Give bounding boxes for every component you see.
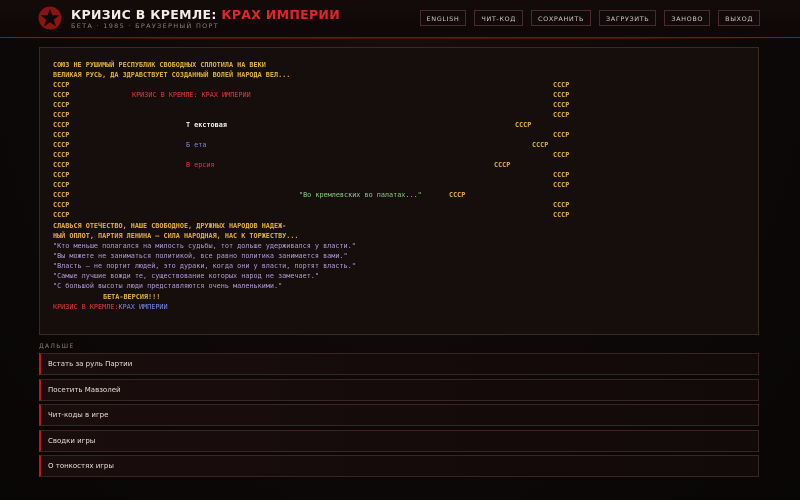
save-button[interactable]: СОХРАНИТЬ <box>530 10 592 26</box>
ussr-right: СССР <box>553 171 570 179</box>
choice-menu: Встать за руль Партии Посетить Мавзолей … <box>39 353 759 481</box>
red-star-icon <box>38 6 62 30</box>
ussr-right: СССР <box>553 111 570 119</box>
restart-button[interactable]: ЗАНОВО <box>664 10 711 26</box>
ussr-left: СССР <box>53 191 70 199</box>
quote-kremlin-halls: "Во кремлевских во палатах..." <box>299 191 422 199</box>
ussr-diagonal: СССР <box>515 121 532 129</box>
ussr-left: СССР <box>53 101 70 109</box>
exit-button[interactable]: ВЫХОД <box>718 10 760 26</box>
top-bar: КРИЗИС В КРЕМЛЕ: КРАХ ИМПЕРИИ БЕТА · 198… <box>0 0 800 38</box>
footer-title: КРИЗИС В КРЕМЛЕ:КРАХ ИМПЕРИИ <box>53 303 168 311</box>
ussr-right: СССР <box>553 131 570 139</box>
quote-line: "Самые лучшие вожди те, существование ко… <box>53 272 319 280</box>
ussr-right: СССР <box>553 81 570 89</box>
ussr-left: СССР <box>53 181 70 189</box>
ussr-left: СССР <box>53 121 70 129</box>
ussr-left: СССР <box>53 111 70 119</box>
game-title: КРИЗИС В КРЕМЛЕ: КРАХ ИМПЕРИИ <box>71 7 340 22</box>
beta-version-label: БЕТА-ВЕРСИЯ!!! <box>103 293 161 301</box>
game-title-main: КРИЗИС В КРЕМЛЕ: <box>71 7 217 22</box>
anthem-line-2: ВЕЛИКАЯ РУСЬ, ДА ЗДРАВСТВУЕТ СОЗДАННЫЙ В… <box>53 71 291 79</box>
quote-line: "Власть — не портит людей, это дураки, к… <box>53 262 356 270</box>
menu-item-cheat-codes[interactable]: Чит-коды в игре <box>39 404 759 426</box>
top-nav: ENGLISH ЧИТ-КОД СОХРАНИТЬ ЗАГРУЗИТЬ ЗАНО… <box>419 10 760 26</box>
quote-line: "С большой высоты люди представляются оч… <box>53 282 283 290</box>
ussr-left: СССР <box>53 141 70 149</box>
ussr-right: СССР <box>553 201 570 209</box>
menu-item-game-details[interactable]: О тонкостях игры <box>39 455 759 477</box>
cheat-code-button[interactable]: ЧИТ-КОД <box>474 10 523 26</box>
inner-game-title: КРИЗИС В КРЕМЛЕ: КРАХ ИМПЕРИИ <box>132 91 251 99</box>
word-version: В ерсия <box>186 161 215 169</box>
word-beta: Б ета <box>186 141 207 149</box>
quote-line: "Вы можете не заниматься политикой, все … <box>53 252 348 260</box>
ussr-left: СССР <box>53 201 70 209</box>
menu-item-take-party-wheel[interactable]: Встать за руль Партии <box>39 353 759 375</box>
quote-line: "Кто меньше полагался на милость судьбы,… <box>53 242 356 250</box>
ussr-diagonal: СССР <box>494 161 511 169</box>
anthem-line-3: СЛАВЬСЯ ОТЕЧЕСТВО, НАШЕ СВОБОДНОЕ, ДРУЖН… <box>53 222 287 230</box>
section-label: ДАЛЬШЕ <box>39 343 75 350</box>
ussr-left: СССР <box>53 131 70 139</box>
ussr-right: СССР <box>553 181 570 189</box>
language-button[interactable]: ENGLISH <box>419 10 467 26</box>
ussr-right: СССР <box>553 101 570 109</box>
ussr-left: СССР <box>53 81 70 89</box>
ussr-right: СССР <box>553 91 570 99</box>
footer-title-red: КРИЗИС В КРЕМЛЕ: <box>53 303 119 311</box>
ussr-right: СССР <box>553 211 570 219</box>
ussr-left: СССР <box>53 161 70 169</box>
ussr-left: СССР <box>53 91 70 99</box>
game-title-accent: КРАХ ИМПЕРИИ <box>221 7 340 22</box>
ussr-right: СССР <box>553 151 570 159</box>
game-subtitle: БЕТА · 1985 · БРАУЗЕРНЫЙ ПОРТ <box>71 22 220 30</box>
ussr-left: СССР <box>53 151 70 159</box>
anthem-line-4: НЫЙ ОПЛОТ, ПАРТИЯ ЛЕНИНА — СИЛА НАРОДНАЯ… <box>53 232 299 240</box>
header-divider <box>0 37 800 39</box>
ussr-left: СССР <box>53 211 70 219</box>
ussr-diagonal: СССР <box>532 141 549 149</box>
word-text: Т екстовая <box>186 121 227 129</box>
load-button[interactable]: ЗАГРУЗИТЬ <box>599 10 657 26</box>
footer-title-blue: КРАХ ИМПЕРИИ <box>118 303 168 311</box>
menu-item-game-reports[interactable]: Сводки игры <box>39 429 759 452</box>
ussr-diagonal: СССР <box>449 191 466 199</box>
menu-item-visit-mausoleum[interactable]: Посетить Мавзолей <box>39 378 759 401</box>
anthem-line-1: СОЮЗ НЕ РУШИМЫЙ РЕСПУБЛИК СВОБОДНЫХ СПЛО… <box>53 61 266 69</box>
ussr-left: СССР <box>53 171 70 179</box>
